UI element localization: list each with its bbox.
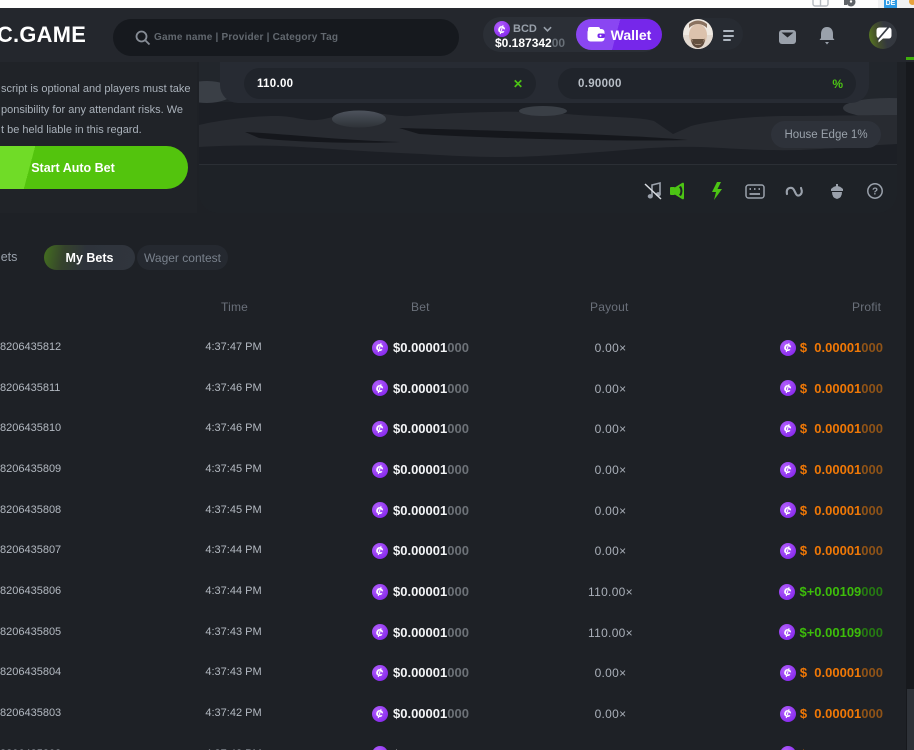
svg-text:?: ? — [872, 187, 878, 198]
